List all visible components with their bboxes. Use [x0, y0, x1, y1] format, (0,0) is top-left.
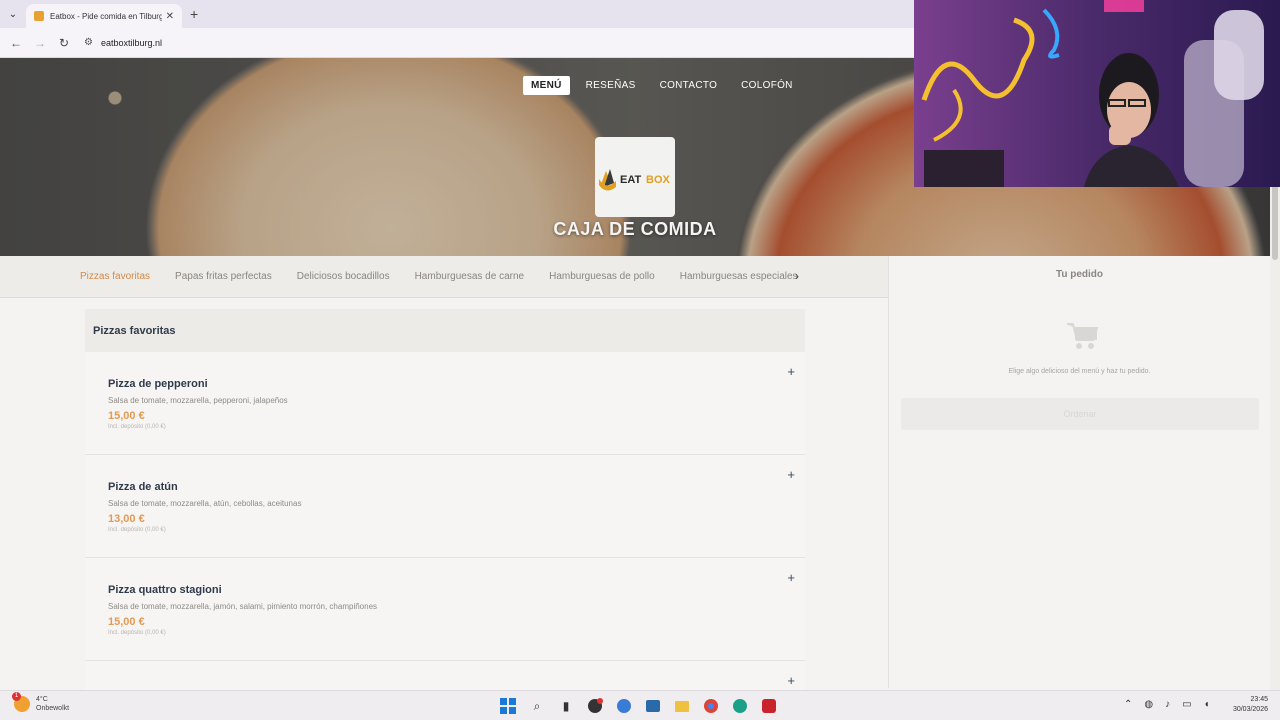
item-name: Pizza quattro stagioni [108, 584, 222, 596]
item-price: 15,00 € [108, 616, 145, 628]
back-arrow-icon[interactable]: ← [4, 36, 28, 50]
weather-widget[interactable]: 1 4°C Onbewolkt [12, 692, 70, 713]
category-hamburguesas-carne[interactable]: Hamburguesas de carne [415, 271, 525, 282]
category-bar: Pizzas favoritas Papas fritas perfectas … [0, 256, 888, 298]
task-view-icon[interactable]: ▮ [556, 696, 576, 716]
system-tray: ⌃ ◍ ♪ ▭ ◖ [1124, 699, 1210, 710]
chrome-icon[interactable] [701, 696, 721, 716]
nav-colofon[interactable]: COLOFÓN [733, 76, 801, 95]
webcam-feed [914, 0, 1280, 187]
browser-tab[interactable]: Eatbox - Pide comida en Tilburg ✕ [26, 4, 182, 28]
forward-arrow-icon[interactable]: → [28, 36, 52, 50]
weather-condition: Onbewolkt [36, 705, 70, 712]
restaurant-title: CAJA DE COMIDA [553, 219, 717, 239]
add-item-icon[interactable]: + [787, 570, 795, 585]
item-deposit: Incl. depósito (0,00 €) [108, 527, 166, 533]
order-hint: Elige algo delicioso del menú y haz tu p… [1008, 368, 1151, 375]
add-item-icon[interactable]: + [787, 467, 795, 482]
app-copilot-icon[interactable] [614, 696, 634, 716]
menu-item[interactable]: Pizza de atún Salsa de tomate, mozzarell… [85, 455, 805, 558]
notification-badge: 1 [12, 692, 21, 701]
nav-contacto[interactable]: CONTACTO [652, 76, 726, 95]
item-price: 13,00 € [108, 513, 145, 525]
microphone-icon[interactable]: ♪ [1165, 699, 1170, 710]
app-store-icon[interactable] [643, 696, 663, 716]
nav-menu[interactable]: MENÚ [523, 76, 570, 95]
item-description: Salsa de tomate, mozzarella, pepperoni, … [108, 396, 288, 405]
clock-date: 30/03/2026 [1232, 706, 1268, 713]
search-icon[interactable]: ⌕ [527, 696, 547, 716]
url-field[interactable]: eatboxtilburg.nl [101, 38, 162, 48]
category-bocadillos[interactable]: Deliciosos bocadillos [297, 271, 390, 282]
volume-icon[interactable]: ◖ [1204, 699, 1210, 710]
edge-icon[interactable] [730, 696, 750, 716]
eatbox-logo-icon: EAT BOX [599, 169, 671, 191]
main-nav: MENÚ RESEÑAS CONTACTO COLOFÓN [523, 76, 801, 95]
nav-resenas[interactable]: RESEÑAS [578, 76, 644, 95]
item-deposit: Incl. depósito (0,00 €) [108, 424, 166, 430]
item-name: Pizza de atún [108, 481, 178, 493]
close-tab-icon[interactable]: ✕ [166, 11, 174, 22]
chevron-up-icon[interactable]: ⌃ [1124, 699, 1132, 710]
item-deposit: Incl. depósito (0,00 €) [108, 630, 166, 636]
app-red-icon[interactable] [759, 696, 779, 716]
category-papas[interactable]: Papas fritas perfectas [175, 271, 272, 282]
taskbar-apps: ⌕ ▮ [498, 696, 779, 716]
item-description: Salsa de tomate, mozzarella, jamón, sala… [108, 602, 378, 611]
item-description: Salsa de tomate, mozzarella, atún, cebol… [108, 499, 302, 508]
restaurant-logo: EAT BOX [595, 137, 675, 217]
order-title: Tu pedido [1055, 269, 1104, 280]
shopping-cart-icon [1067, 323, 1099, 349]
item-price: 15,00 € [108, 410, 145, 422]
svg-text:EAT: EAT [620, 174, 641, 186]
order-button[interactable]: Ordenar [901, 398, 1259, 430]
category-hamburguesas-pollo[interactable]: Hamburguesas de pollo [549, 271, 655, 282]
app-obs-icon[interactable] [585, 696, 605, 716]
menu-item[interactable]: + [85, 661, 805, 691]
site-favicon-icon [34, 11, 44, 21]
site-info-icon[interactable]: ⚙ [84, 37, 93, 48]
category-pizzas[interactable]: Pizzas favoritas [80, 271, 150, 282]
add-item-icon[interactable]: + [787, 673, 795, 688]
svg-text:BOX: BOX [646, 174, 671, 186]
webcam-overlay [914, 0, 1280, 187]
screen: { "browser": { "tab_title": "Eatbox - Pi… [0, 0, 1280, 720]
item-name: Pizza de pepperoni [108, 378, 208, 390]
file-explorer-icon[interactable] [672, 696, 692, 716]
tab-title: Eatbox - Pide comida en Tilburg [50, 11, 162, 21]
menu-list: Pizzas favoritas Pizza de pepperoni Sals… [85, 309, 805, 691]
taskbar: 1 4°C Onbewolkt ⌕ ▮ ⌃ ◍ ♪ ▭ ◖ 23:45 30/0… [0, 690, 1280, 720]
reload-icon[interactable]: ↻ [52, 36, 76, 50]
network-icon[interactable]: ◍ [1144, 699, 1153, 710]
weather-temperature: 4°C [36, 696, 48, 703]
display-icon[interactable]: ▭ [1182, 699, 1191, 710]
section-title: Pizzas favoritas [85, 309, 805, 352]
add-item-icon[interactable]: + [787, 364, 795, 379]
start-windows-icon[interactable] [498, 696, 518, 716]
category-hamburguesas-especiales[interactable]: Hamburguesas especiales [680, 271, 798, 282]
menu-item[interactable]: Pizza quattro stagioni Salsa de tomate, … [85, 558, 805, 661]
system-clock[interactable]: 23:45 30/03/2026 [1233, 695, 1268, 715]
new-tab-icon[interactable]: + [190, 6, 198, 22]
order-panel: Tu pedido Elige algo delicioso del menú … [888, 256, 1270, 688]
menu-item[interactable]: Pizza de pepperoni Salsa de tomate, mozz… [85, 352, 805, 455]
weather-sun-icon: 1 [12, 692, 30, 712]
clock-time: 23:45 [1250, 696, 1268, 703]
chevron-right-icon[interactable]: › [795, 269, 799, 283]
tab-list-icon[interactable]: ⌄ [0, 0, 26, 28]
